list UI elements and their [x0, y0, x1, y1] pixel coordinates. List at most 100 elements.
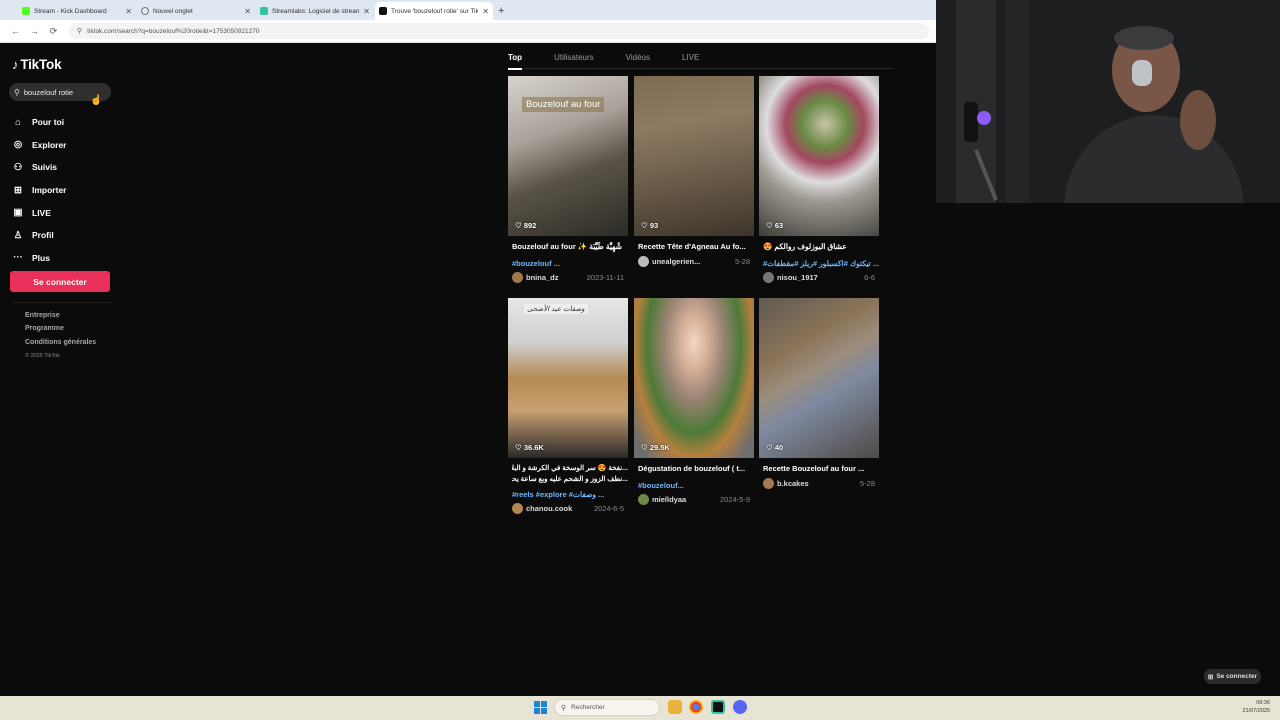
video-meta: unealgerien... 5-28: [638, 255, 754, 268]
streamlabs-icon[interactable]: [711, 700, 725, 714]
new-tab-button[interactable]: +: [498, 2, 504, 20]
username[interactable]: chanou.cook: [526, 504, 594, 513]
video-tags[interactable]: #bouzelouf...: [638, 481, 754, 493]
video-thumbnail[interactable]: ♡ 29.5K: [634, 298, 754, 458]
discord-icon[interactable]: [733, 700, 747, 714]
streamlabs-favicon-icon: [260, 7, 268, 15]
webcam-overlay: [936, 0, 1280, 203]
connect-button[interactable]: ⊞ Se connecter: [1204, 669, 1261, 684]
avatar[interactable]: [512, 503, 523, 514]
forward-button[interactable]: →: [25, 26, 44, 36]
tab-live[interactable]: LIVE: [682, 53, 699, 68]
divider: [12, 302, 112, 303]
sidebar-item-explorer[interactable]: ◎ Explorer: [12, 134, 67, 157]
footer-link-entreprise[interactable]: Entreprise: [25, 312, 96, 325]
sidebar-item-pour-toi[interactable]: ⌂ Pour toi: [12, 111, 67, 134]
sidebar-nav: ⌂ Pour toi ◎ Explorer ⚇ Suivis ⊞ Importe…: [12, 111, 67, 270]
sidebar-item-live[interactable]: ▣ LIVE: [12, 201, 67, 224]
video-title[interactable]: ...نفخة 😍 سر الوسخة في الكرشة و البلايس: [512, 464, 628, 475]
sidebar: ♪ TikTok ⚲ bouzelouf rotie ☝ ⌂ Pour toi …: [0, 43, 125, 696]
sidebar-item-importer[interactable]: ⊞ Importer: [12, 179, 67, 202]
avatar[interactable]: [763, 478, 774, 489]
url-field[interactable]: ⚲ tiktok.com/search?q=bouzelouf%20rotie&…: [69, 23, 929, 39]
video-card[interactable]: ♡ 93 Recette Tête d'Agneau Au fo... unea…: [634, 76, 754, 268]
video-thumbnail[interactable]: ♡ 40: [759, 298, 879, 458]
video-card[interactable]: ♡ 63 عشاق البوزلوف روالكم 😍 #تيكتوك #اكس…: [759, 76, 879, 284]
back-button[interactable]: ←: [6, 26, 25, 36]
tiktok-logo[interactable]: ♪ TikTok: [12, 57, 62, 72]
video-title[interactable]: Dégustation de bouzelouf ( t...: [638, 464, 754, 475]
avatar[interactable]: [638, 494, 649, 505]
post-date: 2024-5-9: [719, 495, 750, 504]
username[interactable]: mielldyaa: [652, 495, 720, 504]
close-icon[interactable]: ✕: [482, 7, 489, 16]
video-card[interactable]: وصفات عيد الأضحى ♡ 36.6K ...نفخة 😍 سر ال…: [508, 298, 628, 515]
search-icon: ⚲: [561, 704, 567, 712]
browser-tab-new[interactable]: Nouvel onglet ✕: [137, 2, 255, 20]
video-thumbnail[interactable]: Bouzelouf au four ♡ 892: [508, 76, 628, 236]
sidebar-item-plus[interactable]: ··· Plus: [12, 247, 67, 270]
more-icon: ···: [13, 252, 23, 264]
like-count: ♡ 29.5K: [641, 443, 670, 452]
video-card[interactable]: ♡ 29.5K Dégustation de bouzelouf ( t... …: [634, 298, 754, 506]
avatar[interactable]: [763, 272, 774, 283]
tab-top[interactable]: Top: [508, 53, 523, 70]
like-count: ♡ 40: [766, 443, 784, 452]
like-count: ♡ 63: [766, 221, 784, 230]
login-button[interactable]: Se connecter: [10, 271, 110, 292]
grid-icon: ⊞: [1207, 673, 1214, 681]
video-thumbnail[interactable]: وصفات عيد الأضحى ♡ 36.6K: [508, 298, 628, 458]
thumbnail-caption: وصفات عيد الأضحى: [524, 304, 588, 314]
like-count: ♡ 36.6K: [515, 443, 544, 452]
video-title[interactable]: Bouzelouf au four ✨ شْهِيَّة طَيِّبَة: [512, 242, 628, 253]
live-icon: ▣: [13, 207, 23, 219]
browser-window: Stream - Kick Dashboard ✕ Nouvel onglet …: [0, 0, 936, 696]
avatar[interactable]: [638, 256, 649, 267]
video-thumbnail[interactable]: ♡ 93: [634, 76, 754, 236]
video-title[interactable]: Recette Bouzelouf au four ...: [763, 464, 879, 475]
video-tags[interactable]: #bouzelouf ...: [512, 259, 628, 271]
tab-utilisateurs[interactable]: Utilisateurs: [554, 53, 594, 68]
sidebar-item-profil[interactable]: ♙ Profil: [12, 224, 67, 247]
reload-button[interactable]: ⟳: [44, 26, 63, 37]
footer-link-programme[interactable]: Programme: [25, 325, 96, 338]
browser-tab-bar: Stream - Kick Dashboard ✕ Nouvel onglet …: [0, 0, 936, 20]
close-icon[interactable]: ✕: [363, 7, 370, 16]
compass-icon: ◎: [13, 139, 23, 151]
video-tags[interactable]: #تيكتوك #اكسبلور #ريلز #مقطفات ...: [763, 259, 879, 271]
windows-start-icon[interactable]: [534, 701, 547, 714]
video-meta: chanou.cook 2024-6-5: [512, 502, 628, 515]
site-info-icon[interactable]: ⚲: [77, 27, 82, 35]
browser-tab-tiktok[interactable]: Trouve 'bouzelouf rotie' sur Tik... ✕: [375, 2, 493, 20]
video-title-line2[interactable]: ...نطف الزوز و الشحم عليه وبع ساعة يحمار: [512, 475, 628, 486]
video-title[interactable]: Recette Tête d'Agneau Au fo...: [638, 242, 754, 253]
search-tabs: Top Utilisateurs Vidéos LIVE: [508, 53, 893, 70]
video-card[interactable]: Bouzelouf au four ♡ 892 Bouzelouf au fou…: [508, 76, 628, 284]
video-tags[interactable]: #reels #explore #وصفات ...: [512, 490, 628, 502]
tab-videos[interactable]: Vidéos: [626, 53, 650, 68]
sidebar-item-suivis[interactable]: ⚇ Suivis: [12, 156, 67, 179]
chrome-icon[interactable]: [689, 700, 703, 714]
video-thumbnail[interactable]: ♡ 63: [759, 76, 879, 236]
video-meta: mielldyaa 2024-5-9: [638, 493, 754, 506]
browser-tab-streamlabs[interactable]: Streamlabs: Logiciel de stream... ✕: [256, 2, 374, 20]
username[interactable]: b.kcakes: [777, 479, 860, 488]
username[interactable]: nisou_1917: [777, 273, 864, 282]
username[interactable]: unealgerien...: [652, 257, 735, 266]
browser-tab-kick[interactable]: Stream - Kick Dashboard ✕: [18, 2, 136, 20]
like-count: ♡ 892: [515, 221, 537, 230]
file-explorer-icon[interactable]: [668, 700, 682, 714]
taskbar-search[interactable]: ⚲ Rechercher: [554, 699, 660, 716]
footer-link-conditions[interactable]: Conditions générales: [25, 339, 96, 352]
video-card[interactable]: ♡ 40 Recette Bouzelouf au four ... b.kca…: [759, 298, 879, 490]
video-title[interactable]: عشاق البوزلوف روالكم 😍: [763, 242, 879, 253]
close-icon[interactable]: ✕: [244, 7, 251, 16]
username[interactable]: bnina_dz: [526, 273, 587, 282]
kick-favicon-icon: [22, 7, 30, 15]
copyright: © 2025 TikTok: [25, 353, 60, 360]
mouse-cursor-icon: ☝: [90, 95, 103, 106]
system-clock[interactable]: 09:36 21/07/2025: [1242, 699, 1270, 715]
tiktok-note-icon: ♪: [12, 57, 19, 72]
close-icon[interactable]: ✕: [125, 7, 132, 16]
avatar[interactable]: [512, 272, 523, 283]
